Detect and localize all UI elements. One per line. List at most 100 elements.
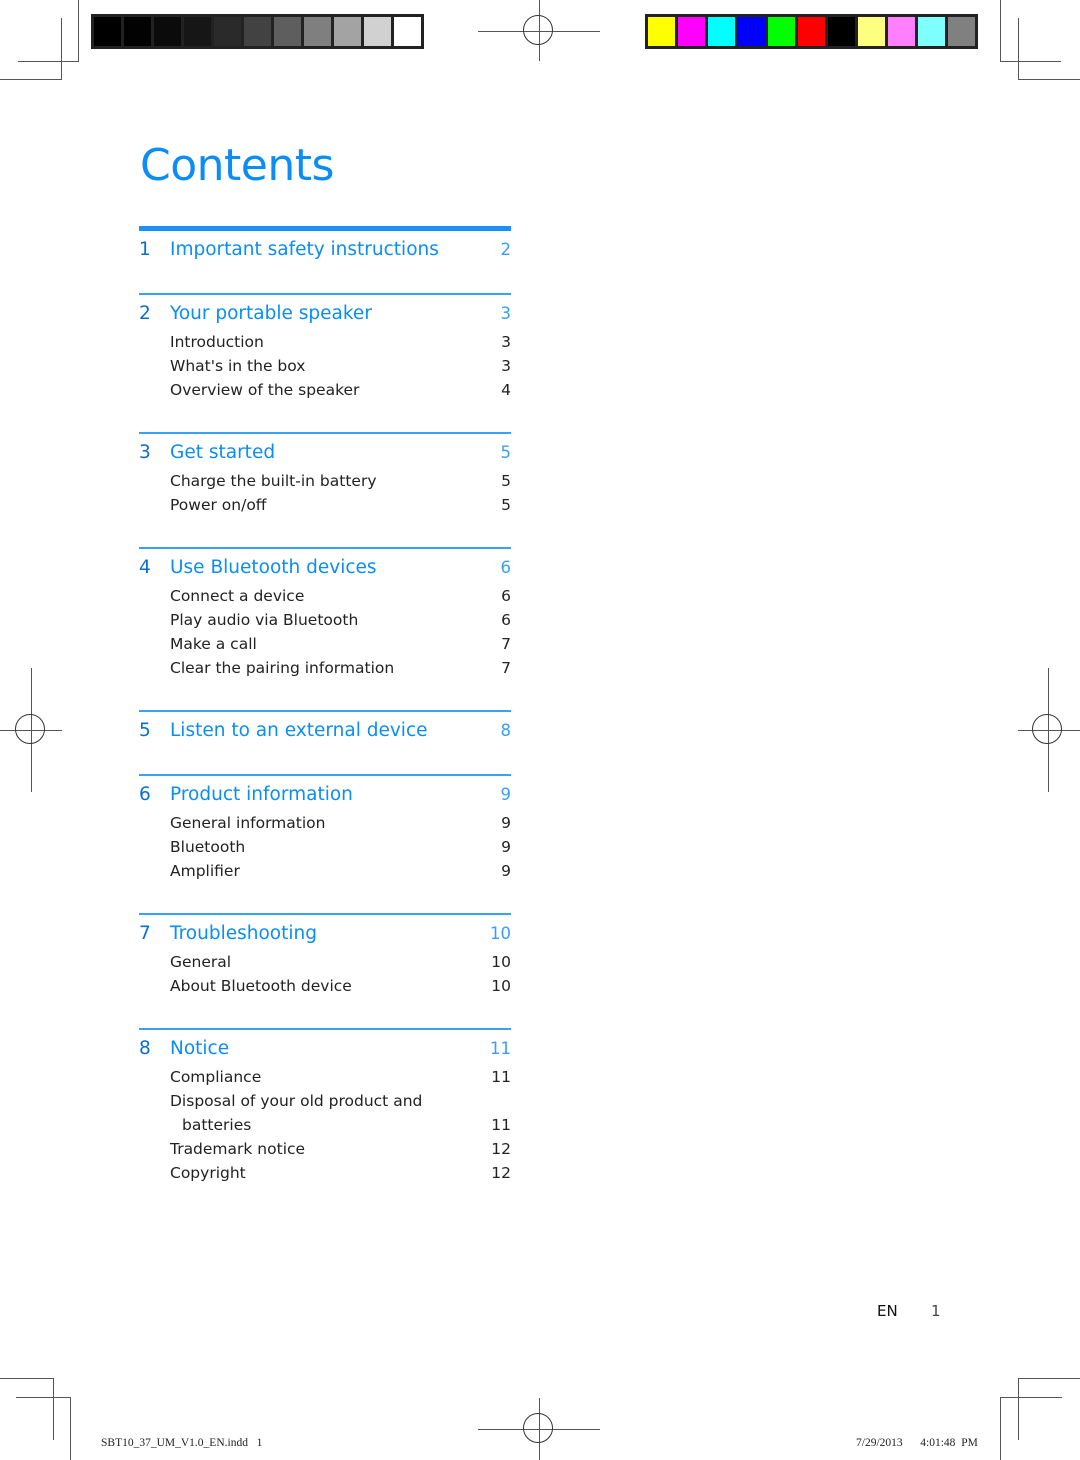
chapter-page: 8 <box>500 721 512 740</box>
toc-entry-link[interactable]: Compliance 11 <box>139 1068 511 1092</box>
entry-page: 3 <box>501 333 511 351</box>
color-swatch <box>948 17 975 46</box>
color-calibration-bar <box>645 14 978 49</box>
toc-entry-link[interactable]: Power on/off 5 <box>139 496 511 520</box>
toc-chapter-link[interactable]: 8 Notice 11 <box>139 1038 511 1068</box>
toc-entry-link[interactable]: General 10 <box>139 953 511 977</box>
entry-label: Disposal of your old product and <box>170 1092 423 1110</box>
entry-page: 3 <box>501 357 511 375</box>
entry-page: 11 <box>491 1068 511 1086</box>
grayscale-swatch <box>274 17 301 46</box>
entry-label: Copyright <box>170 1164 246 1182</box>
toc-section: 1 Important safety instructions 2 <box>139 226 511 293</box>
chapter-number: 3 <box>139 442 151 463</box>
chapter-number: 5 <box>139 720 151 741</box>
color-swatch <box>768 17 795 46</box>
chapter-title: Your portable speaker <box>170 303 372 324</box>
toc-section: 2 Your portable speaker 3 Introduction 3 What… <box>139 293 511 432</box>
section-divider <box>139 226 511 231</box>
toc-entry-link[interactable]: What's in the box 3 <box>139 357 511 381</box>
entry-label: Clear the pairing information <box>170 659 395 677</box>
toc-chapter-link[interactable]: 2 Your portable speaker 3 <box>139 303 511 333</box>
chapter-title: Notice <box>170 1038 230 1059</box>
entry-label: Overview of the speaker <box>170 381 360 399</box>
language-code: EN <box>877 1302 898 1320</box>
grayscale-swatch <box>124 17 151 46</box>
toc-chapter-link[interactable]: 7 Troubleshooting 10 <box>139 923 511 953</box>
toc-entry-link[interactable]: Charge the built-in battery 5 <box>139 472 511 496</box>
print-slug-timestamp: 7/29/2013 4:01:48 PM <box>856 1437 978 1449</box>
entry-label: What's in the box <box>170 357 306 375</box>
toc-entry-link[interactable]: batteries 11 <box>139 1116 511 1140</box>
page-number: 1 <box>931 1302 941 1320</box>
entry-page: 6 <box>501 611 511 629</box>
toc-section: 4 Use Bluetooth devices 6 Connect a device 6… <box>139 547 511 710</box>
toc-chapter-link[interactable]: 4 Use Bluetooth devices 6 <box>139 557 511 587</box>
chapter-page: 11 <box>490 1039 511 1058</box>
toc-chapter-link[interactable]: 5 Listen to an external device 8 <box>139 720 511 750</box>
section-divider <box>139 1028 511 1030</box>
toc-section: 6 Product information 9 General information… <box>139 774 511 913</box>
toc-section: 3 Get started 5 Charge the built-in battery… <box>139 432 511 547</box>
entry-label: About Bluetooth device <box>170 977 352 995</box>
table-of-contents: 1 Important safety instructions 2 2 Your por… <box>139 226 511 1215</box>
toc-section: 5 Listen to an external device 8 <box>139 710 511 774</box>
grayscale-calibration-bar <box>91 14 424 49</box>
chapter-number: 7 <box>139 923 151 944</box>
toc-section: 8 Notice 11 Compliance 11 Disposal of your ol… <box>139 1028 511 1215</box>
color-swatch <box>828 17 855 46</box>
entry-page: 5 <box>501 496 511 514</box>
chapter-number: 8 <box>139 1038 151 1059</box>
color-swatch <box>678 17 705 46</box>
toc-entry-link[interactable]: Amplifier 9 <box>139 862 511 886</box>
chapter-title: Troubleshooting <box>170 923 317 944</box>
section-divider <box>139 710 511 712</box>
page-title: Contents <box>140 140 334 191</box>
section-divider <box>139 774 511 776</box>
toc-chapter-link[interactable]: 6 Product information 9 <box>139 784 511 814</box>
toc-chapter-link[interactable]: 3 Get started 5 <box>139 442 511 472</box>
color-swatch <box>798 17 825 46</box>
entry-label: Amplifier <box>170 862 240 880</box>
chapter-title: Product information <box>170 784 353 805</box>
grayscale-swatch <box>394 17 421 46</box>
toc-entry-link[interactable]: Play audio via Bluetooth 6 <box>139 611 511 635</box>
grayscale-swatch <box>214 17 241 46</box>
section-divider <box>139 293 511 295</box>
entry-page: 10 <box>491 977 511 995</box>
chapter-page: 3 <box>500 304 512 323</box>
toc-entry-link[interactable]: Make a call 7 <box>139 635 511 659</box>
color-swatch <box>858 17 885 46</box>
grayscale-swatch <box>304 17 331 46</box>
grayscale-swatch <box>94 17 121 46</box>
toc-entry-link[interactable]: About Bluetooth device 10 <box>139 977 511 1001</box>
entry-label: General <box>170 953 232 971</box>
print-slug-filename: SBT10_37_UM_V1.0_EN.indd 1 <box>101 1437 263 1449</box>
chapter-number: 6 <box>139 784 151 805</box>
color-swatch <box>708 17 735 46</box>
entry-label: Trademark notice <box>170 1140 306 1158</box>
toc-entry-link[interactable]: Introduction 3 <box>139 333 511 357</box>
toc-entry-link[interactable]: Trademark notice 12 <box>139 1140 511 1164</box>
entry-label: batteries <box>182 1116 252 1134</box>
chapter-number: 2 <box>139 303 151 324</box>
entry-label: Compliance <box>170 1068 262 1086</box>
entry-page: 7 <box>501 659 511 677</box>
entry-page: 4 <box>501 381 511 399</box>
toc-entry-link[interactable]: Disposal of your old product and <box>139 1092 511 1116</box>
entry-page: 9 <box>501 862 511 880</box>
toc-entry-link[interactable]: Copyright 12 <box>139 1164 511 1188</box>
color-swatch <box>648 17 675 46</box>
toc-entry-link[interactable]: Overview of the speaker 4 <box>139 381 511 405</box>
grayscale-swatch <box>184 17 211 46</box>
toc-chapter-link[interactable]: 1 Important safety instructions 2 <box>139 239 511 269</box>
toc-entry-link[interactable]: Connect a device 6 <box>139 587 511 611</box>
toc-entry-link[interactable]: Clear the pairing information 7 <box>139 659 511 683</box>
entry-label: Introduction <box>170 333 264 351</box>
entry-page: 10 <box>491 953 511 971</box>
entry-page: 7 <box>501 635 511 653</box>
entry-label: Power on/off <box>170 496 267 514</box>
toc-entry-link[interactable]: General information 9 <box>139 814 511 838</box>
toc-entry-link[interactable]: Bluetooth 9 <box>139 838 511 862</box>
chapter-title: Listen to an external device <box>170 720 428 741</box>
